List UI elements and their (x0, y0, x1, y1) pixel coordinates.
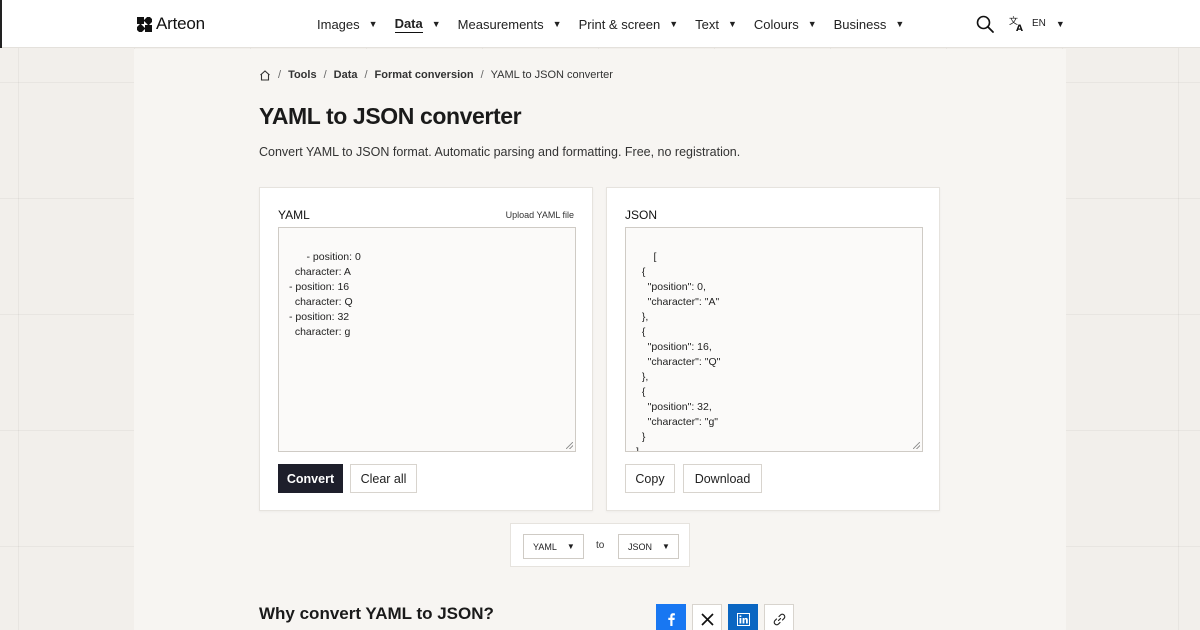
search-icon (976, 15, 994, 33)
to-label: to (596, 540, 605, 551)
breadcrumb-current: YAML to JSON converter (490, 69, 613, 81)
from-format-select[interactable]: YAML ▼ (523, 534, 584, 559)
brand-name: Arteon (156, 14, 205, 33)
nav-item-data[interactable]: Data ▼ (394, 15, 441, 33)
convert-button[interactable]: Convert (278, 464, 343, 493)
nav-label: Text (695, 16, 719, 32)
breadcrumb: / Tools / Data / Format conversion / YAM… (259, 69, 613, 81)
json-output[interactable]: [ { "position": 0, "character": "A" }, {… (625, 227, 923, 452)
x-icon (700, 612, 714, 626)
copy-link-button[interactable] (764, 604, 794, 630)
caret-down-icon: ▼ (728, 19, 737, 29)
caret-down-icon: ▼ (368, 19, 378, 29)
window-edge (0, 0, 2, 48)
breadcrumb-item-data[interactable]: Data (334, 69, 358, 81)
yaml-input-card: YAML Upload YAML file - position: 0 char… (259, 187, 593, 511)
facebook-icon (668, 613, 675, 626)
brand-logo[interactable]: Arteon (137, 14, 205, 34)
nav-label: Print & screen (578, 16, 661, 32)
share-linkedin-button[interactable] (728, 604, 758, 630)
home-icon[interactable] (259, 69, 271, 81)
share-facebook-button[interactable] (656, 604, 686, 630)
nav-label: Data (394, 15, 423, 33)
yaml-input-text: - position: 0 character: A - position: 1… (289, 251, 361, 338)
link-icon (773, 613, 785, 625)
main-nav: Images ▼ Data ▼ Measurements ▼ Print & s… (317, 0, 921, 48)
yaml-label: YAML (278, 208, 310, 222)
resize-handle-icon[interactable] (566, 442, 573, 449)
why-section-title: Why convert YAML to JSON? (259, 604, 494, 623)
caret-down-icon: ▼ (552, 19, 562, 29)
yaml-input[interactable]: - position: 0 character: A - position: 1… (278, 227, 576, 452)
nav-item-measurements[interactable]: Measurements ▼ (458, 17, 562, 32)
breadcrumb-separator: / (323, 69, 327, 81)
nav-label: Images (317, 16, 360, 32)
resize-handle-icon[interactable] (913, 442, 920, 449)
logo-mark-icon (137, 16, 152, 32)
breadcrumb-separator: / (364, 69, 368, 81)
breadcrumb-separator: / (278, 69, 282, 81)
upload-yaml-link[interactable]: Upload YAML file (506, 210, 574, 220)
to-format-value: JSON (628, 541, 653, 552)
nav-item-colours[interactable]: Colours ▼ (754, 17, 817, 32)
nav-label: Colours (753, 16, 799, 32)
caret-down-icon: ▼ (895, 19, 905, 29)
nav-item-print-screen[interactable]: Print & screen ▼ (579, 17, 679, 32)
search-button[interactable] (975, 14, 995, 34)
caret-down-icon: ▼ (431, 19, 441, 29)
format-selector: YAML ▼ to JSON ▼ (510, 523, 690, 567)
breadcrumb-item-tools[interactable]: Tools (288, 69, 317, 81)
caret-down-icon: ▼ (662, 542, 670, 551)
json-output-text: [ { "position": 0, "character": "A" }, {… (636, 251, 721, 452)
json-label: JSON (625, 208, 658, 222)
translate-icon: 文 A (1009, 15, 1023, 32)
page-title: YAML to JSON converter (259, 103, 522, 129)
from-format-value: YAML (533, 541, 557, 552)
nav-item-business[interactable]: Business ▼ (834, 17, 905, 32)
nav-label: Business (833, 16, 887, 32)
caret-down-icon: ▼ (566, 542, 575, 551)
share-x-button[interactable] (692, 604, 722, 630)
download-button[interactable]: Download (683, 464, 762, 493)
language-selector[interactable]: 文 A EN ▼ (1009, 15, 1065, 32)
nav-item-text[interactable]: Text ▼ (695, 17, 737, 32)
nav-label: Measurements (457, 16, 544, 32)
caret-down-icon: ▼ (1055, 18, 1065, 29)
copy-button[interactable]: Copy (625, 464, 675, 493)
to-format-select[interactable]: JSON ▼ (618, 534, 679, 559)
page-subtitle: Convert YAML to JSON format. Automatic p… (259, 145, 741, 159)
json-output-card: JSON [ { "position": 0, "character": "A"… (606, 187, 940, 511)
main-content: / Tools / Data / Format conversion / YAM… (134, 49, 1066, 630)
svg-text:A: A (1016, 24, 1023, 32)
linkedin-icon (736, 612, 750, 626)
nav-item-images[interactable]: Images ▼ (317, 17, 378, 32)
language-code: EN (1032, 18, 1046, 29)
top-navigation-bar: Arteon Images ▼ Data ▼ Measurements ▼ Pr… (0, 0, 1200, 48)
caret-down-icon: ▼ (669, 19, 679, 29)
caret-down-icon: ▼ (807, 19, 817, 29)
breadcrumb-separator: / (480, 69, 484, 81)
clear-all-button[interactable]: Clear all (350, 464, 417, 493)
breadcrumb-item-format-conversion[interactable]: Format conversion (375, 69, 474, 81)
